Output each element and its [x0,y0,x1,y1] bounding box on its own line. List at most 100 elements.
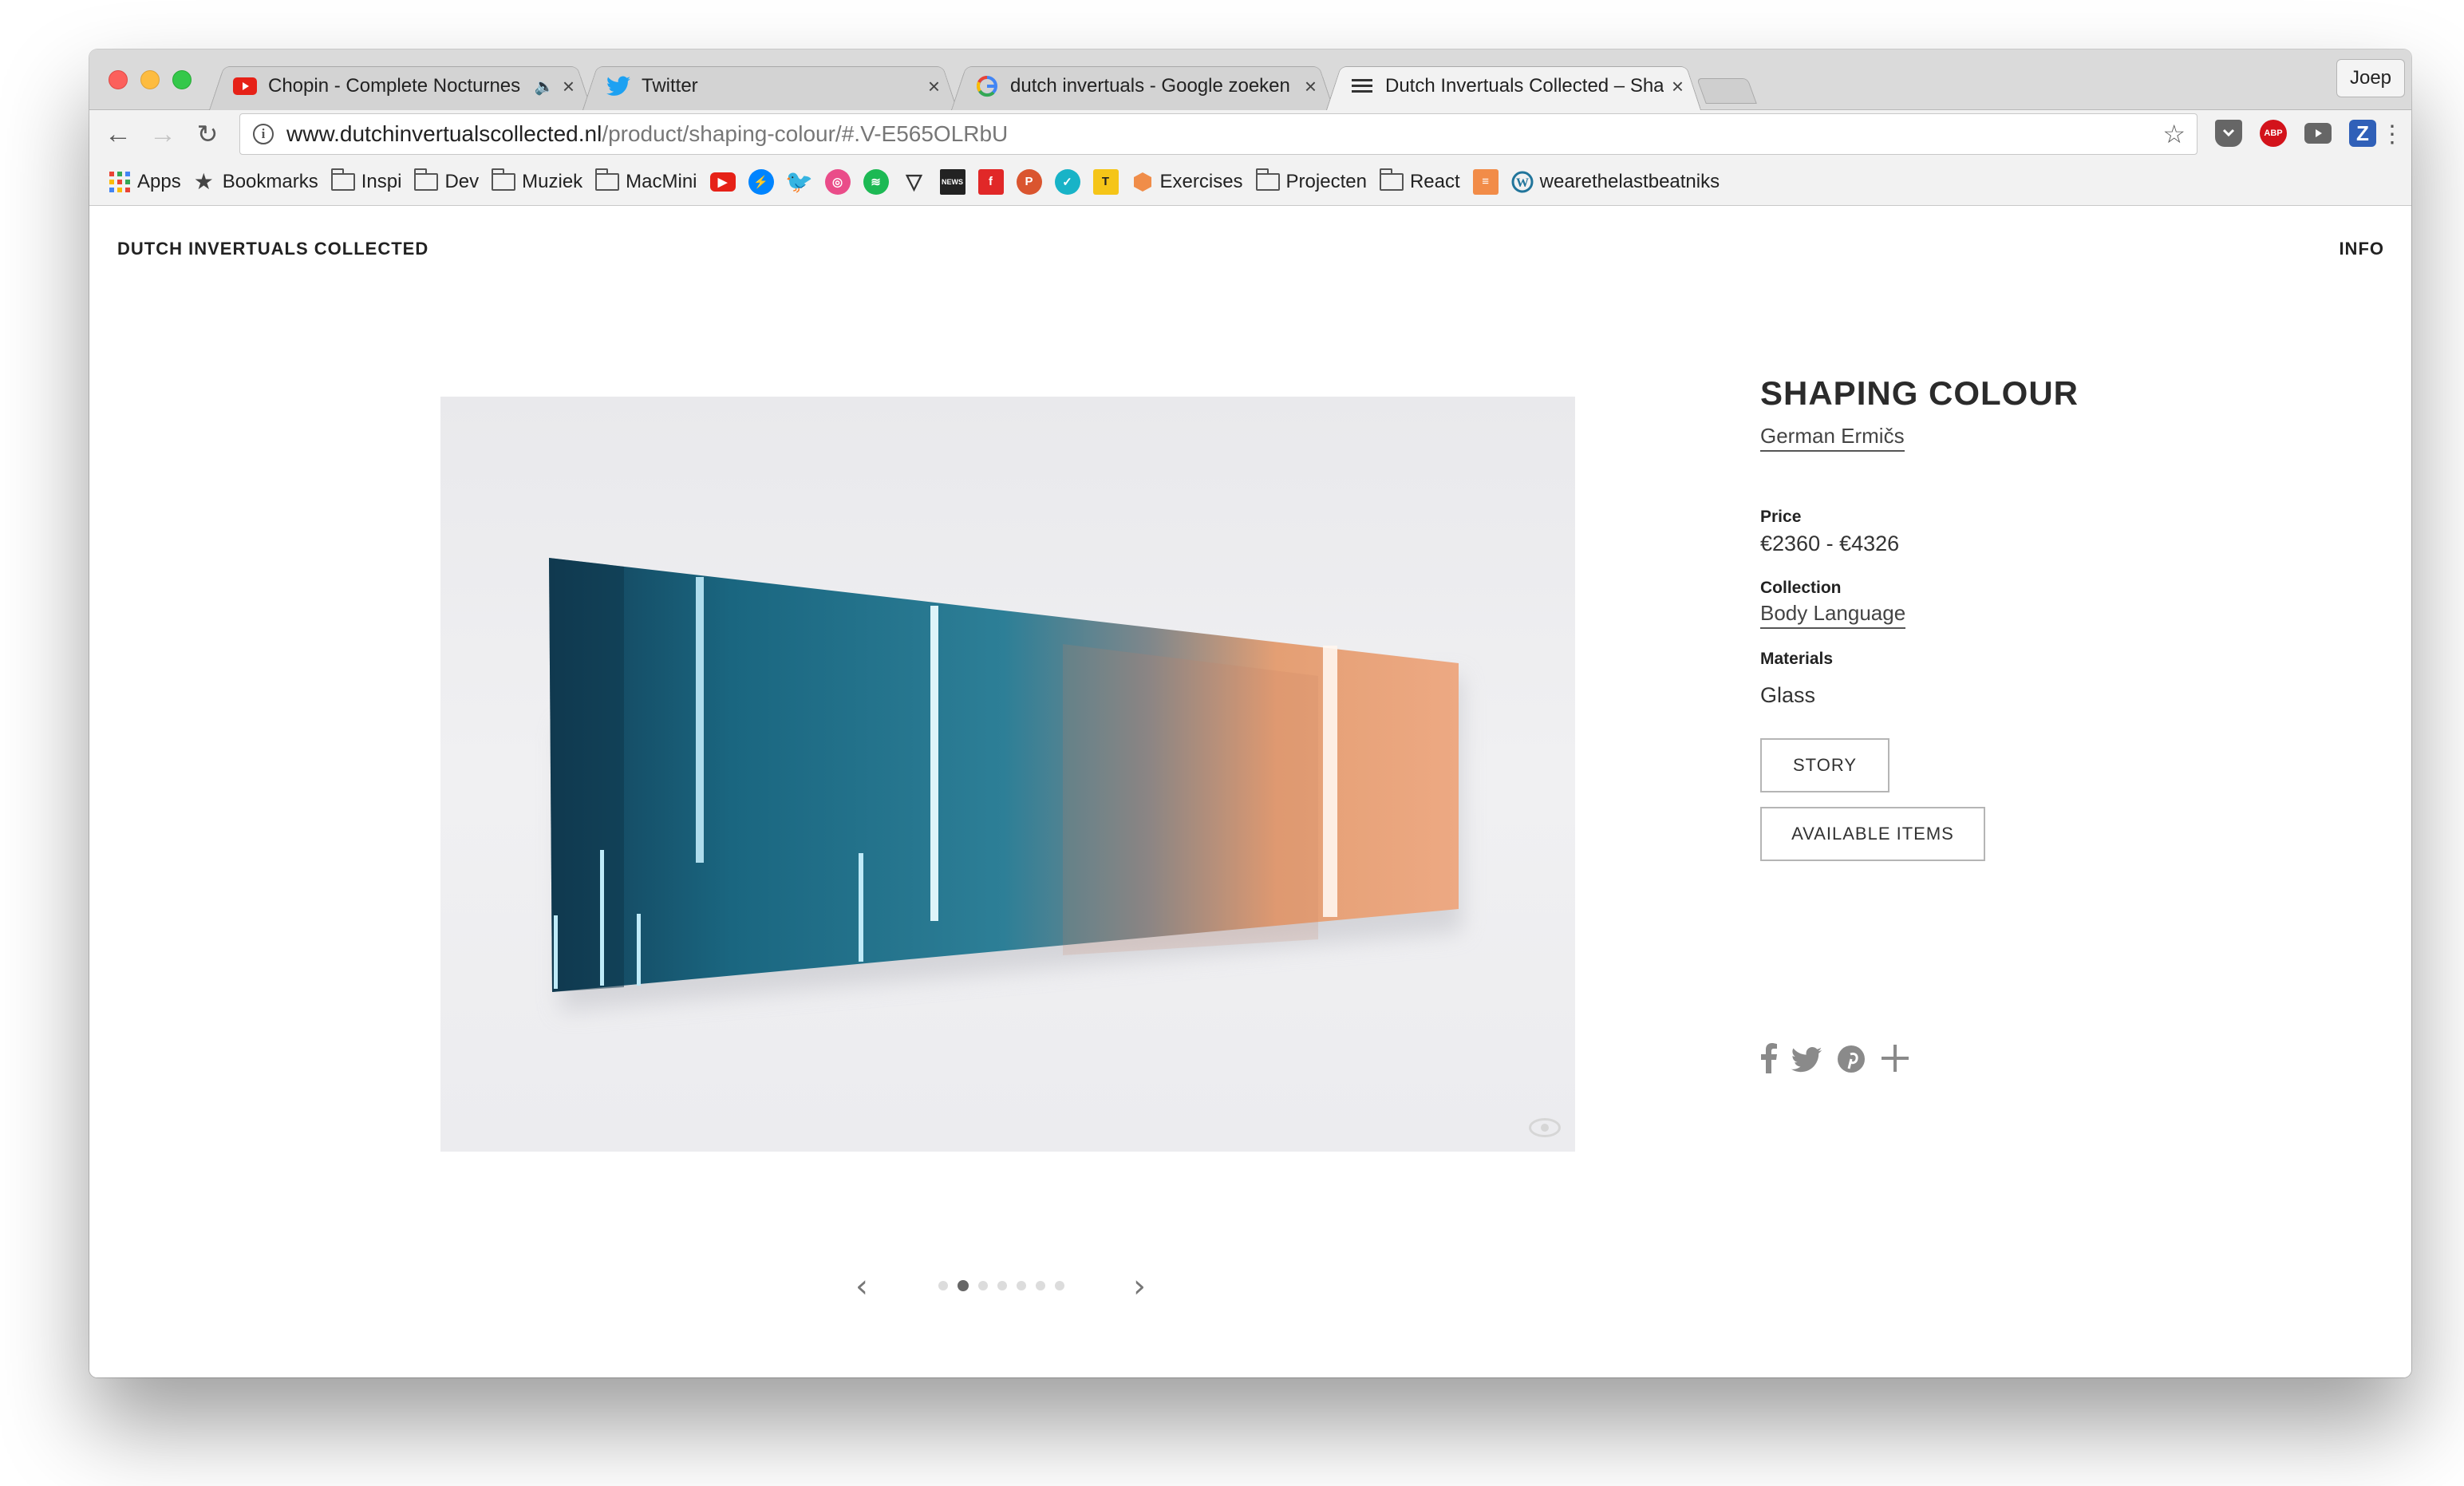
gallery-dot[interactable] [1036,1281,1045,1290]
apps-grid-icon [109,171,131,193]
bookmark-t-icon[interactable]: T [1092,168,1119,195]
tab-title: Chopin - Complete Nocturnes [268,75,521,97]
z-icon[interactable]: Z [2349,120,2376,147]
bookmark-messenger-icon[interactable]: ⚡ [748,168,774,195]
toolbar: ← → ↻ i www.dutchinvertualscollected.nl/… [89,110,2411,158]
eye-icon[interactable] [1529,1118,1561,1137]
url-text[interactable]: www.dutchinvertualscollected.nl/product/… [286,121,1008,147]
close-tab-icon[interactable]: × [1305,74,1317,99]
tab-dutch-invertuals[interactable]: Dutch Invertuals Collected – Shaping Col… [1326,62,1701,110]
bookmark-label: wearethelastbeatniks [1539,170,1720,192]
close-tab-icon[interactable]: × [928,74,940,99]
more-icon[interactable]: ⋮ [2375,117,2410,152]
bookmark-folder-react[interactable]: React [1379,168,1460,193]
folder-icon [1255,168,1280,191]
speaker-icon[interactable]: 🔈 [535,77,555,97]
bookmark-orange-icon[interactable]: ≡ [1472,168,1499,195]
folder-icon [330,168,355,191]
close-tab-icon[interactable]: × [563,74,575,99]
folder-icon [414,168,439,191]
bookmark-wearethelastbeatniks[interactable]: W wearethelastbeatniks [1511,171,1720,193]
bookmark-spotify-icon[interactable]: ≋ [863,168,889,195]
product-image[interactable] [440,397,1575,1152]
bookmark-exercises[interactable]: Exercises [1131,171,1243,193]
google-icon [975,74,999,98]
bookmark-label: Dev [444,170,480,192]
story-button[interactable]: STORY [1760,738,1889,792]
hexagon-icon [1131,171,1154,193]
close-tab-icon[interactable]: × [1672,74,1684,99]
collection-link[interactable]: Body Language [1760,601,1906,629]
bookmark-label: Projecten [1285,170,1367,192]
bookmark-youtube-icon[interactable]: ▶ [709,172,736,192]
svg-text:W: W [1516,176,1529,190]
collection-label: Collection [1760,579,1842,597]
tab-google[interactable]: dutch invertuals - Google zoeken × [951,62,1334,110]
menu-icon [1350,74,1374,98]
chevron-left-icon[interactable]: ‹ [855,1268,868,1305]
gallery-dot-active[interactable] [958,1280,969,1291]
pinterest-icon[interactable] [1837,1045,1866,1081]
close-window-button[interactable] [109,70,128,89]
gallery-dot[interactable] [1055,1281,1064,1290]
bookmark-news-icon[interactable]: NEWS [939,168,965,195]
tab-chopin[interactable]: Chopin - Complete Nocturnes 🔈 × [209,62,592,110]
bookmark-flipboard-icon[interactable]: f [977,168,1004,195]
info-link[interactable]: INFO [2339,239,2384,259]
bookmarks-bar: Apps ★ Bookmarks Inspi Dev Muziek MacMin… [89,158,2411,206]
zoom-window-button[interactable] [172,70,192,89]
bookmark-label: React [1409,170,1460,192]
new-tab-button[interactable] [1696,78,1757,104]
bookmark-star-icon[interactable]: ☆ [2162,119,2186,149]
plus-icon[interactable] [1880,1043,1910,1081]
bookmark-verge-icon[interactable]: ▽ [902,169,927,195]
reload-icon[interactable]: ↻ [190,117,225,152]
bookmark-folder-projecten[interactable]: Projecten [1255,168,1367,193]
bookmark-apps[interactable]: Apps [109,171,181,193]
site-logo[interactable]: DUTCH INVERTUALS COLLECTED [117,239,428,259]
bookmark-label: Apps [137,170,181,192]
bookmark-folder-inspi[interactable]: Inspi [330,168,402,193]
folder-icon [595,168,620,191]
chevron-right-icon[interactable]: › [1133,1268,1146,1305]
profile-button[interactable]: Joep [2336,59,2405,97]
bookmark-folder-macmini[interactable]: MacMini [595,168,697,193]
price-value: €2360 - €4326 [1760,532,1900,555]
info-icon[interactable]: i [253,124,274,144]
twitter-share-icon[interactable] [1791,1046,1822,1080]
gallery-dot[interactable] [978,1281,988,1290]
facebook-icon[interactable] [1760,1043,1778,1081]
materials-value: Glass [1760,683,1816,707]
forward-icon[interactable]: → [145,117,180,152]
gallery-dot[interactable] [997,1281,1007,1290]
folder-icon [492,168,516,191]
bookmark-dribbble-icon[interactable]: ◎ [824,168,851,195]
bookmark-twitter-icon[interactable]: 🐦 [785,169,813,195]
minimize-window-button[interactable] [140,70,160,89]
address-bar[interactable]: i www.dutchinvertualscollected.nl/produc… [239,113,2197,155]
bookmark-label: Bookmarks [222,170,318,192]
back-icon[interactable]: ← [101,117,136,152]
product-details: SHAPING COLOUR German Ermičs Price €2360… [1760,374,2319,861]
tab-title: Dutch Invertuals Collected – Shaping Col… [1385,75,1664,97]
available-items-button[interactable]: AVAILABLE ITEMS [1760,807,1985,861]
gallery-carousel: ‹ › [855,1268,1191,1305]
page-content: DUTCH INVERTUALS COLLECTED INFO ‹ › SHAP… [89,207,2411,1377]
youtube-ext-icon[interactable] [2304,123,2332,144]
bookmark-folder-dev[interactable]: Dev [414,168,480,193]
bookmark-folder-muziek[interactable]: Muziek [492,168,583,193]
bookmark-bookmarks[interactable]: ★ Bookmarks [194,170,318,193]
gallery-dot[interactable] [1017,1281,1026,1290]
pocket-icon[interactable] [2215,120,2242,147]
bookmark-label: Inspi [361,170,402,192]
browser-window: Chopin - Complete Nocturnes 🔈 × Twitter … [89,49,2411,1377]
bookmark-producthunt-icon[interactable]: P [1016,168,1042,195]
tab-strip: Chopin - Complete Nocturnes 🔈 × Twitter … [89,49,2411,110]
tab-title: dutch invertuals - Google zoeken [1010,75,1290,97]
bookmark-label: Muziek [522,170,583,192]
bookmark-teal-icon[interactable]: ✓ [1054,168,1080,195]
adblock-icon[interactable]: ABP [2260,120,2287,147]
gallery-dot[interactable] [938,1281,948,1290]
tab-twitter[interactable]: Twitter × [582,62,958,110]
designer-link[interactable]: German Ermičs [1760,424,1905,452]
